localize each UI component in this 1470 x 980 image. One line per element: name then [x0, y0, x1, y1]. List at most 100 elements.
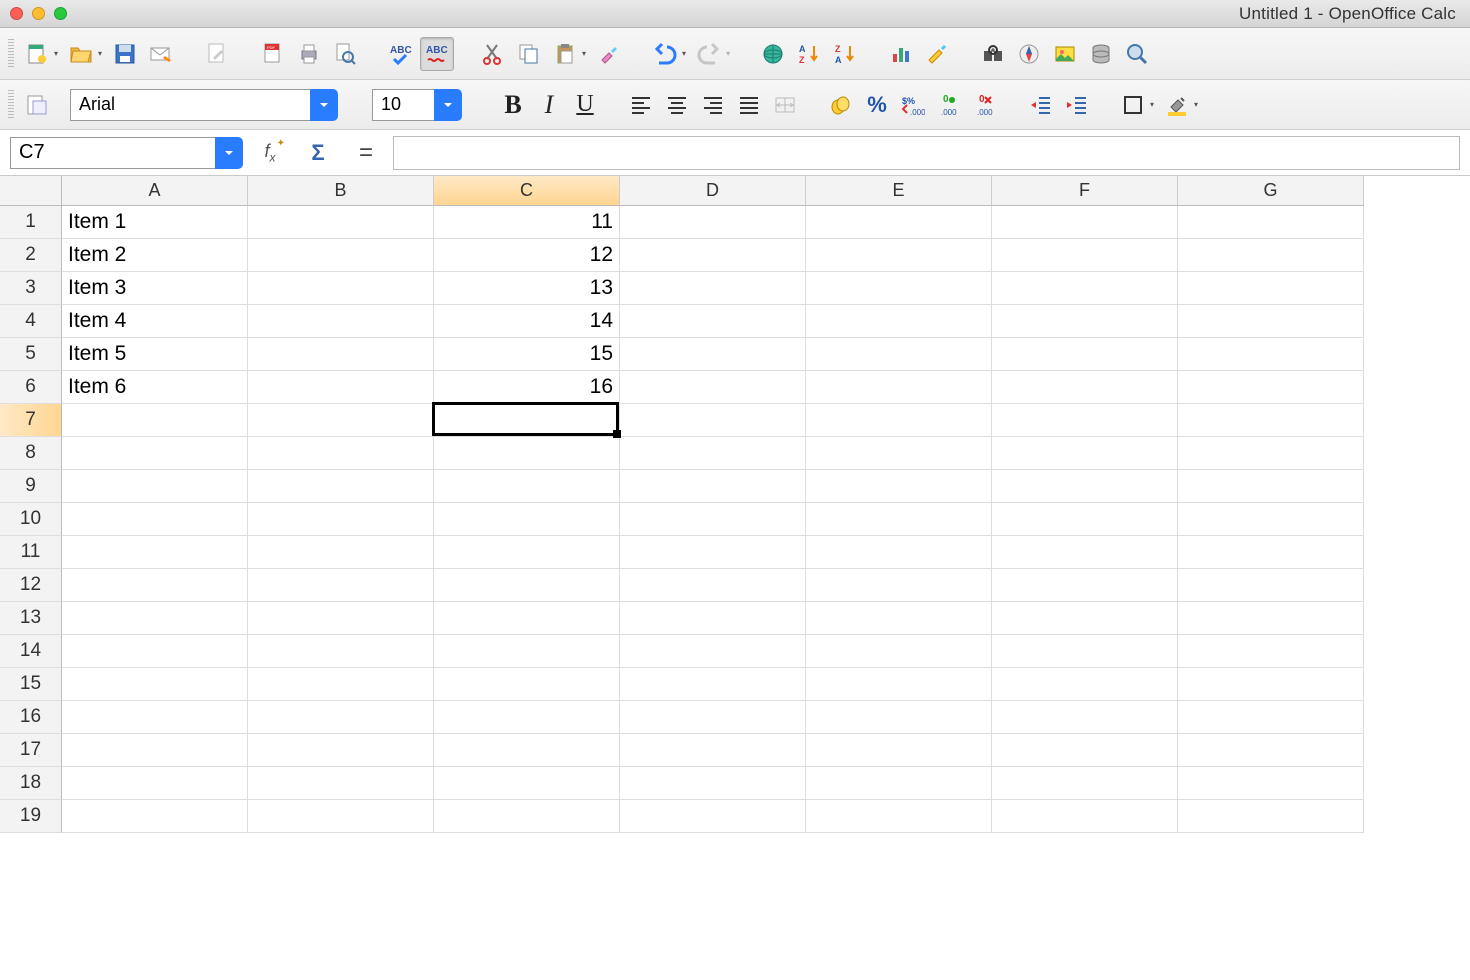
- cell-C12[interactable]: [434, 569, 620, 602]
- row-header-2[interactable]: 2: [0, 239, 62, 272]
- cell-A15[interactable]: [62, 668, 248, 701]
- export-pdf-button[interactable]: PDF: [256, 37, 290, 71]
- cell-F1[interactable]: [992, 206, 1178, 239]
- cell-C9[interactable]: [434, 470, 620, 503]
- cell-A4[interactable]: Item 4: [62, 305, 248, 338]
- cell-E4[interactable]: [806, 305, 992, 338]
- row-header-13[interactable]: 13: [0, 602, 62, 635]
- name-box[interactable]: [10, 137, 243, 169]
- cell-C8[interactable]: [434, 437, 620, 470]
- cell-B16[interactable]: [248, 701, 434, 734]
- cell-D5[interactable]: [620, 338, 806, 371]
- font-name-input[interactable]: [70, 89, 310, 121]
- cell-E3[interactable]: [806, 272, 992, 305]
- cell-G19[interactable]: [1178, 800, 1364, 833]
- cell-B15[interactable]: [248, 668, 434, 701]
- cell-B8[interactable]: [248, 437, 434, 470]
- cell-C11[interactable]: [434, 536, 620, 569]
- cell-C1[interactable]: 11: [434, 206, 620, 239]
- cell-E12[interactable]: [806, 569, 992, 602]
- print-button[interactable]: [292, 37, 326, 71]
- row-header-10[interactable]: 10: [0, 503, 62, 536]
- cell-A13[interactable]: [62, 602, 248, 635]
- cell-G8[interactable]: [1178, 437, 1364, 470]
- percent-button[interactable]: %: [860, 88, 894, 122]
- cell-E13[interactable]: [806, 602, 992, 635]
- cell-F7[interactable]: [992, 404, 1178, 437]
- cell-E1[interactable]: [806, 206, 992, 239]
- cell-D8[interactable]: [620, 437, 806, 470]
- cell-G11[interactable]: [1178, 536, 1364, 569]
- font-name-dropdown-icon[interactable]: [310, 89, 338, 121]
- sort-ascending-button[interactable]: AZ: [792, 37, 826, 71]
- row-header-17[interactable]: 17: [0, 734, 62, 767]
- row-header-18[interactable]: 18: [0, 767, 62, 800]
- font-size-input[interactable]: [372, 89, 434, 121]
- cell-B4[interactable]: [248, 305, 434, 338]
- cell-G10[interactable]: [1178, 503, 1364, 536]
- cell-C16[interactable]: [434, 701, 620, 734]
- function-wizard-button[interactable]: fx✦: [253, 136, 287, 170]
- cell-D3[interactable]: [620, 272, 806, 305]
- copy-button[interactable]: [512, 37, 546, 71]
- cell-A9[interactable]: [62, 470, 248, 503]
- cell-A3[interactable]: Item 3: [62, 272, 248, 305]
- cell-D13[interactable]: [620, 602, 806, 635]
- row-header-6[interactable]: 6: [0, 371, 62, 404]
- cell-C18[interactable]: [434, 767, 620, 800]
- row-header-14[interactable]: 14: [0, 635, 62, 668]
- cell-G12[interactable]: [1178, 569, 1364, 602]
- align-left-button[interactable]: [624, 88, 658, 122]
- cell-D15[interactable]: [620, 668, 806, 701]
- cell-C5[interactable]: 15: [434, 338, 620, 371]
- cell-G5[interactable]: [1178, 338, 1364, 371]
- cell-A14[interactable]: [62, 635, 248, 668]
- row-header-8[interactable]: 8: [0, 437, 62, 470]
- hyperlink-button[interactable]: [756, 37, 790, 71]
- gallery-button[interactable]: [1048, 37, 1082, 71]
- cell-E16[interactable]: [806, 701, 992, 734]
- row-header-5[interactable]: 5: [0, 338, 62, 371]
- cell-C6[interactable]: 16: [434, 371, 620, 404]
- cell-A12[interactable]: [62, 569, 248, 602]
- format-paintbrush-button[interactable]: [592, 37, 626, 71]
- column-header-G[interactable]: G: [1178, 176, 1364, 206]
- cell-F16[interactable]: [992, 701, 1178, 734]
- underline-button[interactable]: U: [568, 88, 602, 122]
- cell-G15[interactable]: [1178, 668, 1364, 701]
- cell-E10[interactable]: [806, 503, 992, 536]
- cell-E9[interactable]: [806, 470, 992, 503]
- name-box-dropdown-icon[interactable]: [215, 137, 243, 169]
- cell-C14[interactable]: [434, 635, 620, 668]
- cell-F19[interactable]: [992, 800, 1178, 833]
- cell-G2[interactable]: [1178, 239, 1364, 272]
- show-draw-functions-button[interactable]: [920, 37, 954, 71]
- cell-E5[interactable]: [806, 338, 992, 371]
- paste-button[interactable]: [548, 37, 582, 71]
- align-center-button[interactable]: [660, 88, 694, 122]
- row-header-12[interactable]: 12: [0, 569, 62, 602]
- cell-B3[interactable]: [248, 272, 434, 305]
- cell-F3[interactable]: [992, 272, 1178, 305]
- cell-A19[interactable]: [62, 800, 248, 833]
- cell-E18[interactable]: [806, 767, 992, 800]
- add-decimal-button[interactable]: 0.000: [932, 88, 966, 122]
- cell-A8[interactable]: [62, 437, 248, 470]
- column-header-B[interactable]: B: [248, 176, 434, 206]
- chart-button[interactable]: [884, 37, 918, 71]
- edit-file-button[interactable]: [200, 37, 234, 71]
- cell-G4[interactable]: [1178, 305, 1364, 338]
- row-header-11[interactable]: 11: [0, 536, 62, 569]
- cell-G16[interactable]: [1178, 701, 1364, 734]
- cell-F9[interactable]: [992, 470, 1178, 503]
- auto-spellcheck-button[interactable]: ABC: [420, 37, 454, 71]
- font-size-dropdown-icon[interactable]: [434, 89, 462, 121]
- column-header-F[interactable]: F: [992, 176, 1178, 206]
- spellcheck-button[interactable]: ABC: [384, 37, 418, 71]
- cell-D4[interactable]: [620, 305, 806, 338]
- find-button[interactable]: [976, 37, 1010, 71]
- row-header-4[interactable]: 4: [0, 305, 62, 338]
- cell-D2[interactable]: [620, 239, 806, 272]
- print-preview-button[interactable]: [328, 37, 362, 71]
- cell-D16[interactable]: [620, 701, 806, 734]
